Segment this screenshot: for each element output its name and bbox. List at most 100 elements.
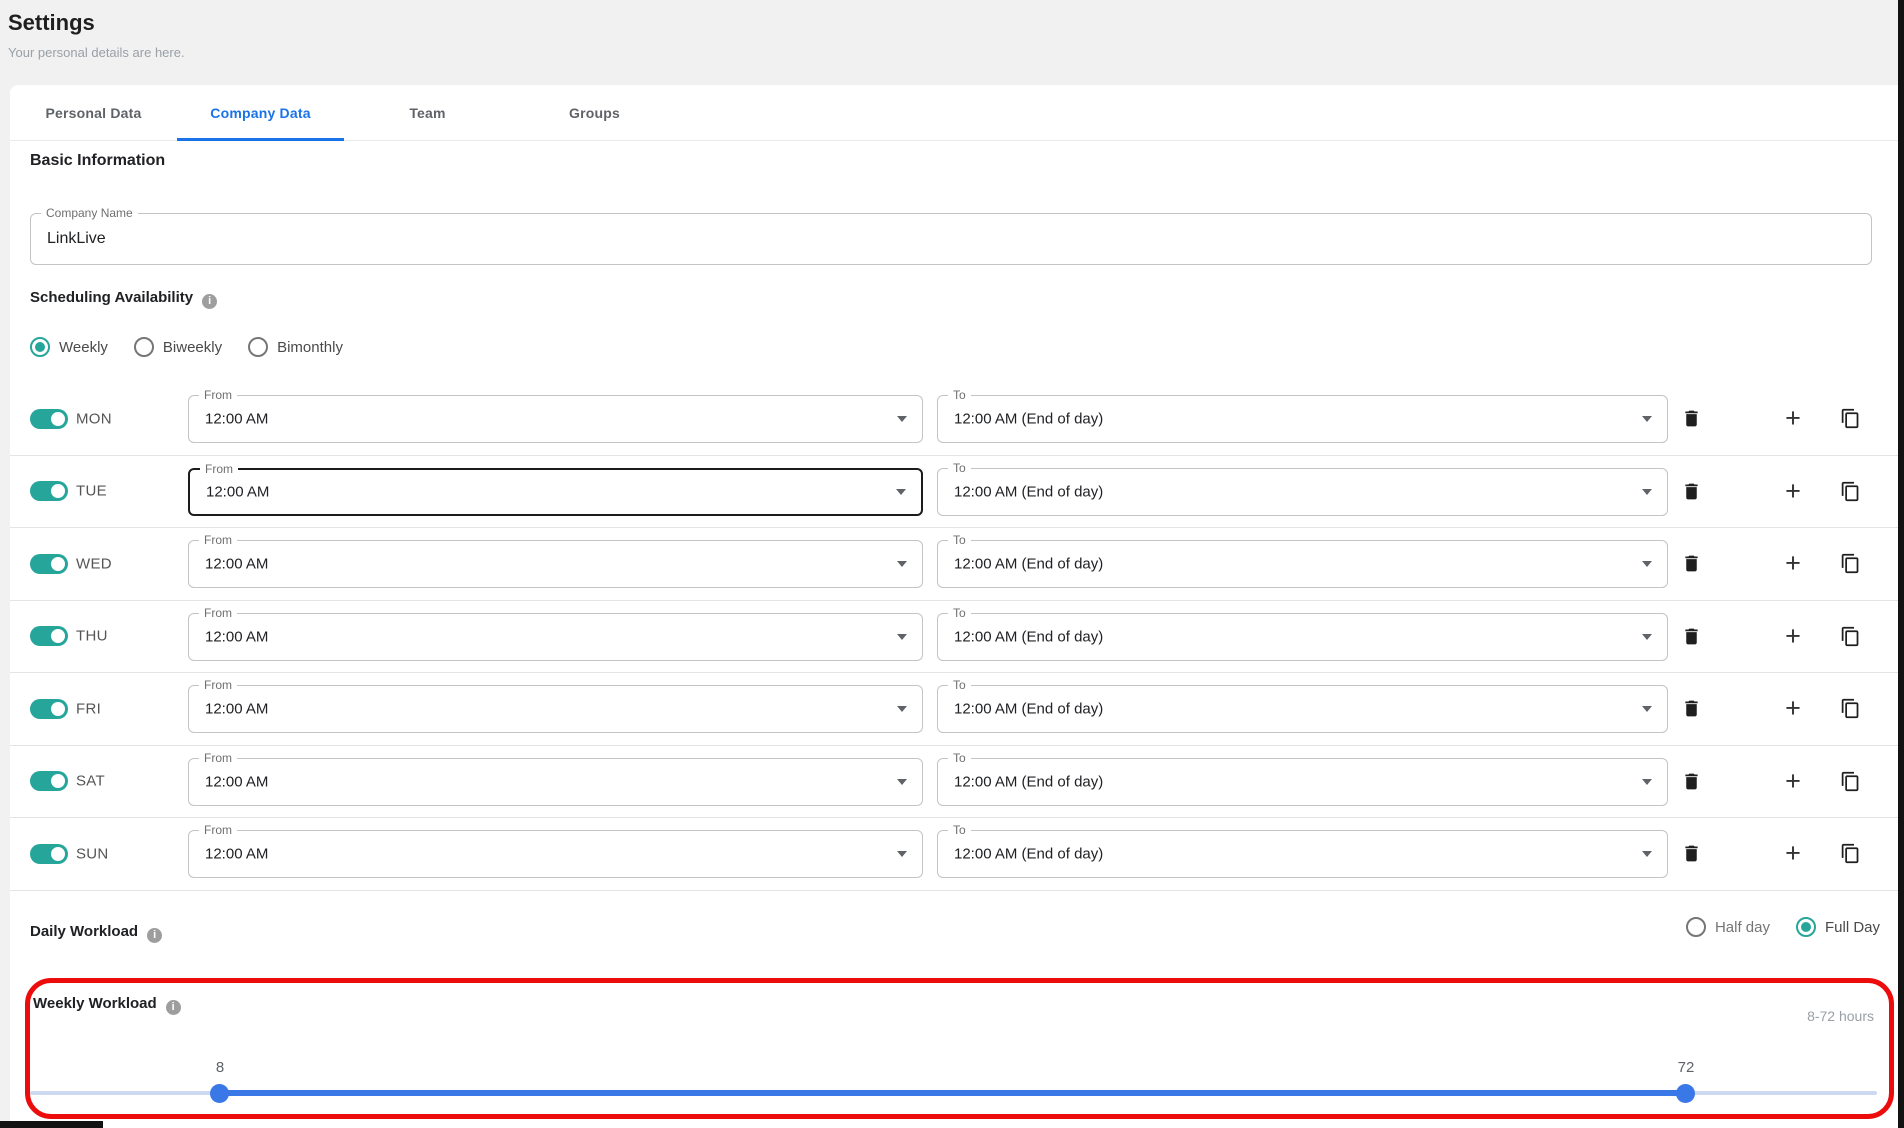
tab-groups[interactable]: Groups: [511, 85, 678, 140]
copy-icon: [1840, 626, 1861, 647]
radio-biweekly[interactable]: Biweekly: [134, 337, 222, 357]
add-interval-button[interactable]: +: [1779, 405, 1807, 433]
from-time-select[interactable]: From 12:00 AM: [188, 830, 923, 878]
from-time-select[interactable]: From 12:00 AM: [188, 758, 923, 806]
day-label: SAT: [76, 773, 105, 790]
caret-down-icon: [1642, 706, 1652, 712]
copy-row-button[interactable]: [1836, 840, 1864, 868]
copy-icon: [1840, 481, 1861, 502]
radio-weekly-label: Weekly: [59, 339, 108, 356]
radio-circle: [1686, 917, 1706, 937]
to-label: To: [948, 461, 971, 475]
daily-workload-label: Daily Workload: [30, 923, 138, 940]
copy-row-button[interactable]: [1836, 477, 1864, 505]
delete-row-button[interactable]: [1677, 405, 1705, 433]
toggle-knob-icon: [49, 700, 67, 718]
page-title: Settings: [8, 10, 185, 36]
caret-down-icon: [897, 634, 907, 640]
to-time-select[interactable]: To 12:00 AM (End of day): [937, 468, 1668, 516]
from-time-select[interactable]: From 12:00 AM: [188, 613, 923, 661]
company-name-field[interactable]: Company Name LinkLive: [30, 213, 1872, 265]
day-toggle[interactable]: [30, 626, 68, 646]
day-toggle[interactable]: [30, 409, 68, 429]
radio-full-day[interactable]: Full Day: [1796, 917, 1880, 937]
to-value: 12:00 AM (End of day): [954, 846, 1103, 863]
copy-row-button[interactable]: [1836, 695, 1864, 723]
from-label: From: [199, 388, 237, 402]
to-value: 12:00 AM (End of day): [954, 701, 1103, 718]
trash-icon: [1681, 408, 1702, 429]
caret-down-icon: [1642, 561, 1652, 567]
trash-icon: [1681, 698, 1702, 719]
to-label: To: [948, 533, 971, 547]
screenshot-bottom-edge: [0, 1121, 103, 1128]
toggle-knob-icon: [49, 627, 67, 645]
day-toggle[interactable]: [30, 554, 68, 574]
add-interval-button[interactable]: +: [1779, 477, 1807, 505]
delete-row-button[interactable]: [1677, 477, 1705, 505]
from-time-select[interactable]: From 12:00 AM: [188, 468, 923, 516]
weekly-workload-heading: Weekly Workload: [33, 995, 181, 1015]
add-interval-button[interactable]: +: [1779, 695, 1807, 723]
from-label: From: [199, 533, 237, 547]
from-time-select[interactable]: From 12:00 AM: [188, 395, 923, 443]
day-toggle[interactable]: [30, 481, 68, 501]
from-label: From: [199, 606, 237, 620]
info-icon[interactable]: [147, 928, 162, 943]
page-header: Settings Your personal details are here.: [8, 10, 185, 60]
add-interval-button[interactable]: +: [1779, 840, 1807, 868]
info-icon[interactable]: [202, 294, 217, 309]
to-value: 12:00 AM (End of day): [954, 773, 1103, 790]
radio-half-day[interactable]: Half day: [1686, 917, 1770, 937]
to-time-select[interactable]: To 12:00 AM (End of day): [937, 830, 1668, 878]
slider-handle-min[interactable]: [210, 1084, 229, 1103]
slider-max-value: 72: [1666, 1059, 1706, 1076]
add-interval-button[interactable]: +: [1779, 550, 1807, 578]
weekly-workload-range-hint: 8-72 hours: [1807, 1008, 1874, 1024]
delete-row-button[interactable]: [1677, 840, 1705, 868]
day-label: MON: [76, 410, 112, 427]
day-toggle[interactable]: [30, 771, 68, 791]
radio-weekly[interactable]: Weekly: [30, 337, 108, 357]
info-icon[interactable]: [166, 1000, 181, 1015]
trash-icon: [1681, 481, 1702, 502]
slider-track-active[interactable]: [220, 1090, 1686, 1096]
company-name-label: Company Name: [41, 206, 138, 220]
to-label: To: [948, 823, 971, 837]
from-time-select[interactable]: From 12:00 AM: [188, 685, 923, 733]
day-row: FRI From 12:00 AM To 12:00 AM (End of da…: [10, 673, 1898, 746]
slider-handle-max[interactable]: [1676, 1084, 1695, 1103]
delete-row-button[interactable]: [1677, 695, 1705, 723]
delete-row-button[interactable]: [1677, 767, 1705, 795]
caret-down-icon: [897, 851, 907, 857]
radio-biweekly-label: Biweekly: [163, 339, 222, 356]
to-time-select[interactable]: To 12:00 AM (End of day): [937, 395, 1668, 443]
day-toggle[interactable]: [30, 844, 68, 864]
to-time-select[interactable]: To 12:00 AM (End of day): [937, 613, 1668, 661]
to-label: To: [948, 388, 971, 402]
day-row: SAT From 12:00 AM To 12:00 AM (End of da…: [10, 746, 1898, 819]
delete-row-button[interactable]: [1677, 622, 1705, 650]
copy-row-button[interactable]: [1836, 622, 1864, 650]
from-time-select[interactable]: From 12:00 AM: [188, 540, 923, 588]
to-label: To: [948, 678, 971, 692]
trash-icon: [1681, 626, 1702, 647]
radio-circle: [134, 337, 154, 357]
to-time-select[interactable]: To 12:00 AM (End of day): [937, 758, 1668, 806]
copy-row-button[interactable]: [1836, 405, 1864, 433]
to-time-select[interactable]: To 12:00 AM (End of day): [937, 540, 1668, 588]
tab-company-data[interactable]: Company Data: [177, 85, 344, 140]
to-time-select[interactable]: To 12:00 AM (End of day): [937, 685, 1668, 733]
delete-row-button[interactable]: [1677, 550, 1705, 578]
radio-bimonthly[interactable]: Bimonthly: [248, 337, 343, 357]
scheduling-availability-label: Scheduling Availability: [30, 289, 193, 306]
add-interval-button[interactable]: +: [1779, 622, 1807, 650]
to-value: 12:00 AM (End of day): [954, 411, 1103, 428]
add-interval-button[interactable]: +: [1779, 767, 1807, 795]
copy-row-button[interactable]: [1836, 767, 1864, 795]
day-toggle[interactable]: [30, 699, 68, 719]
toggle-knob-icon: [49, 555, 67, 573]
tab-personal-data[interactable]: Personal Data: [10, 85, 177, 140]
tab-team[interactable]: Team: [344, 85, 511, 140]
copy-row-button[interactable]: [1836, 550, 1864, 578]
